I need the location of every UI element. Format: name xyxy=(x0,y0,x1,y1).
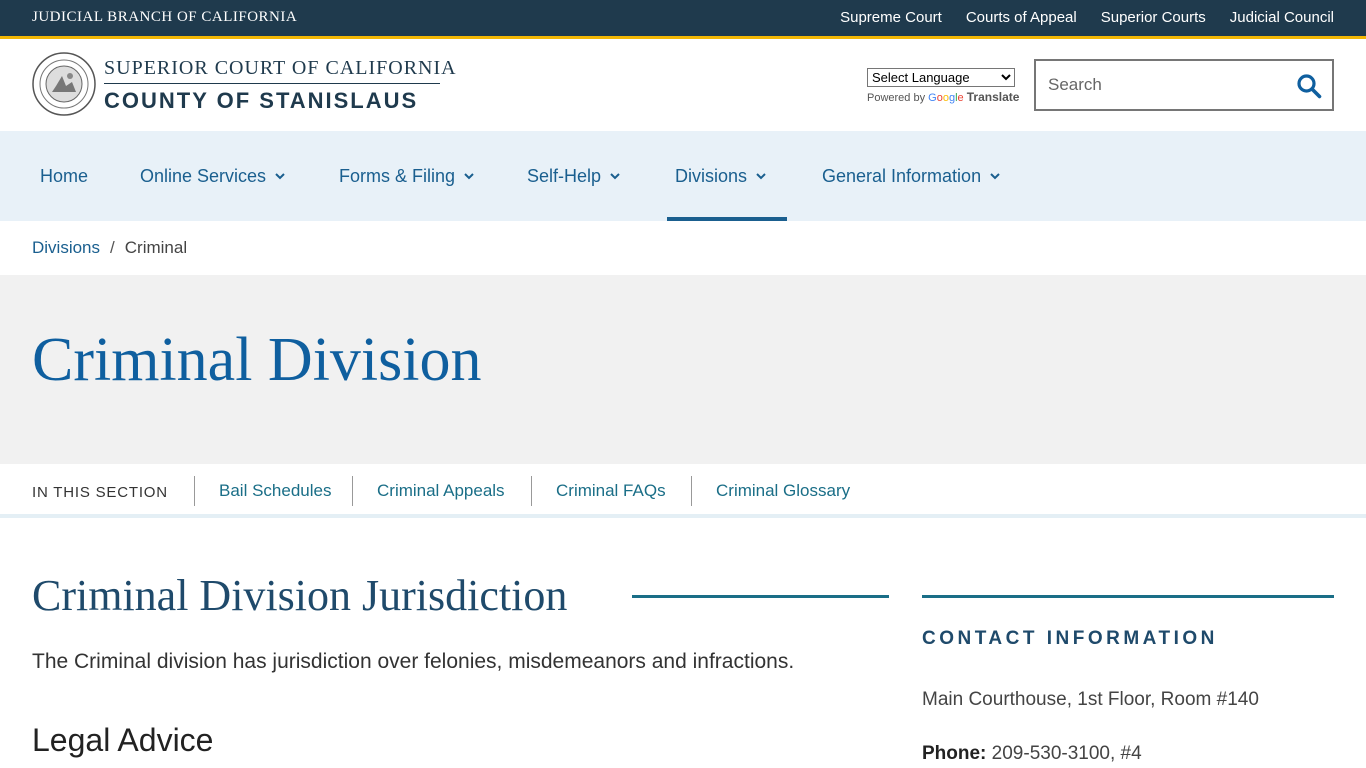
powered-by-google-translate: Powered by Google Translate xyxy=(867,90,1019,104)
nav-item-label: Divisions xyxy=(675,165,748,186)
court-seal-icon[interactable] xyxy=(32,52,96,116)
top-link-superior-courts[interactable]: Superior Courts xyxy=(1101,9,1206,26)
nav-item-divisions[interactable]: Divisions xyxy=(666,131,788,221)
legal-advice-heading: Legal Advice xyxy=(32,722,214,758)
judicial-branch-label: JUDICIAL BRANCH OF CALIFORNIA xyxy=(32,9,298,25)
chevron-down-icon xyxy=(275,173,285,180)
chevron-down-icon xyxy=(610,173,620,180)
section-link-criminal-appeals[interactable]: Criminal Appeals xyxy=(352,476,505,506)
breadcrumb: Divisions / Criminal xyxy=(32,238,187,258)
jurisdiction-heading: Criminal Division Jurisdiction xyxy=(32,571,568,620)
nav-item-online-services[interactable]: Online Services xyxy=(140,131,286,221)
top-links: Supreme Court Courts of Appeal Superior … xyxy=(840,9,1334,26)
top-link-courts-of-appeal[interactable]: Courts of Appeal xyxy=(966,9,1077,26)
top-link-judicial-council[interactable]: Judicial Council xyxy=(1230,9,1334,26)
breadcrumb-current: Criminal xyxy=(124,238,188,257)
google-logo: Google xyxy=(928,92,964,104)
jurisdiction-paragraph: The Criminal division has jurisdiction o… xyxy=(32,650,795,673)
section-nav: IN THIS SECTION Bail Schedules Criminal … xyxy=(0,464,1366,518)
language-select[interactable]: Select Language xyxy=(867,68,1015,87)
contact-address: Main Courthouse, 1st Floor, Room #140 xyxy=(922,689,1259,710)
chevron-down-icon xyxy=(990,173,1000,180)
nav-item-home[interactable]: Home xyxy=(40,131,88,221)
court-name-line2[interactable]: COUNTY OF STANISLAUS xyxy=(104,88,418,114)
language-selector: Select Language xyxy=(867,68,1015,87)
search-box xyxy=(1034,59,1334,111)
powered-by-label: Powered by xyxy=(867,92,926,104)
contact-phone-label: Phone: xyxy=(922,743,987,764)
page-hero: Criminal Division xyxy=(0,275,1366,464)
court-name-line1[interactable]: SUPERIOR COURT OF CALIFORNIA xyxy=(104,57,457,80)
nav-item-self-help[interactable]: Self-Help xyxy=(527,131,621,221)
contact-information-title: CONTACT INFORMATION xyxy=(922,628,1218,649)
chevron-down-icon xyxy=(756,173,766,180)
translate-link[interactable]: Translate xyxy=(967,90,1020,104)
nav-item-forms-filing[interactable]: Forms & Filing xyxy=(339,131,475,221)
search-input[interactable] xyxy=(1048,73,1278,97)
nav-item-label: Home xyxy=(40,165,89,186)
nav-item-label: Self-Help xyxy=(527,165,602,186)
top-link-supreme-court[interactable]: Supreme Court xyxy=(840,9,942,26)
contact-phone-value[interactable]: 209-530-3100, #4 xyxy=(992,743,1142,764)
top-bar: JUDICIAL BRANCH OF CALIFORNIA Supreme Co… xyxy=(0,0,1366,36)
main-nav: Home Online Services Forms & Filing Self… xyxy=(0,131,1366,221)
court-name-divider xyxy=(104,83,440,84)
section-nav-label: IN THIS SECTION xyxy=(32,484,168,501)
site-header: SUPERIOR COURT OF CALIFORNIA COUNTY OF S… xyxy=(0,39,1366,131)
contact-phone: Phone: 209-530-3100, #4 xyxy=(922,743,1142,765)
nav-item-general-information[interactable]: General Information xyxy=(822,131,1001,221)
nav-item-label: Forms & Filing xyxy=(339,165,456,186)
section-link-bail-schedules[interactable]: Bail Schedules xyxy=(194,476,331,506)
page-title: Criminal Division xyxy=(32,326,482,394)
nav-item-label: General Information xyxy=(822,165,982,186)
sidebar-rule xyxy=(922,595,1334,598)
section-link-criminal-faqs[interactable]: Criminal FAQs xyxy=(531,476,666,506)
section-link-criminal-glossary[interactable]: Criminal Glossary xyxy=(691,476,850,506)
nav-item-label: Online Services xyxy=(140,165,267,186)
breadcrumb-separator: / xyxy=(110,238,115,257)
breadcrumb-link-divisions[interactable]: Divisions xyxy=(32,238,100,258)
search-icon[interactable] xyxy=(1296,73,1322,99)
heading-rule xyxy=(632,595,889,598)
chevron-down-icon xyxy=(464,173,474,180)
